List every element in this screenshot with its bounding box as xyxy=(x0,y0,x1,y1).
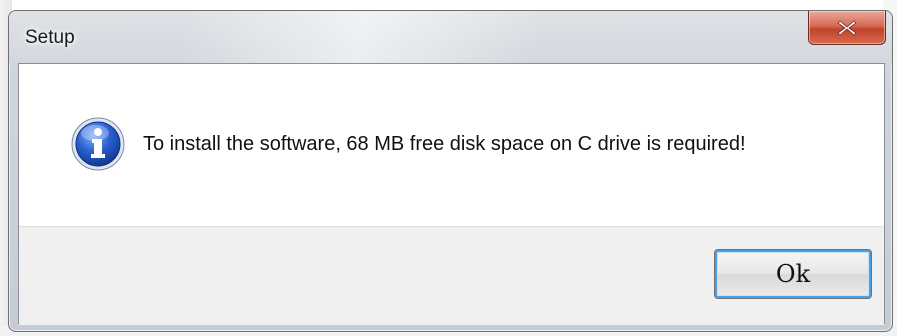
close-button[interactable] xyxy=(808,11,886,45)
close-icon xyxy=(837,19,857,36)
setup-dialog: Setup To install the software, 68 MB fre… xyxy=(8,10,893,332)
window-title: Setup xyxy=(25,27,75,48)
title-bar[interactable]: Setup xyxy=(9,11,892,63)
message-area: To install the software, 68 MB free disk… xyxy=(19,64,884,226)
message-text: To install the software, 68 MB free disk… xyxy=(143,133,746,155)
info-icon xyxy=(71,117,125,171)
button-bar: Ok xyxy=(19,226,884,325)
dialog-body: To install the software, 68 MB free disk… xyxy=(18,63,885,325)
ok-button[interactable]: Ok xyxy=(714,249,872,299)
